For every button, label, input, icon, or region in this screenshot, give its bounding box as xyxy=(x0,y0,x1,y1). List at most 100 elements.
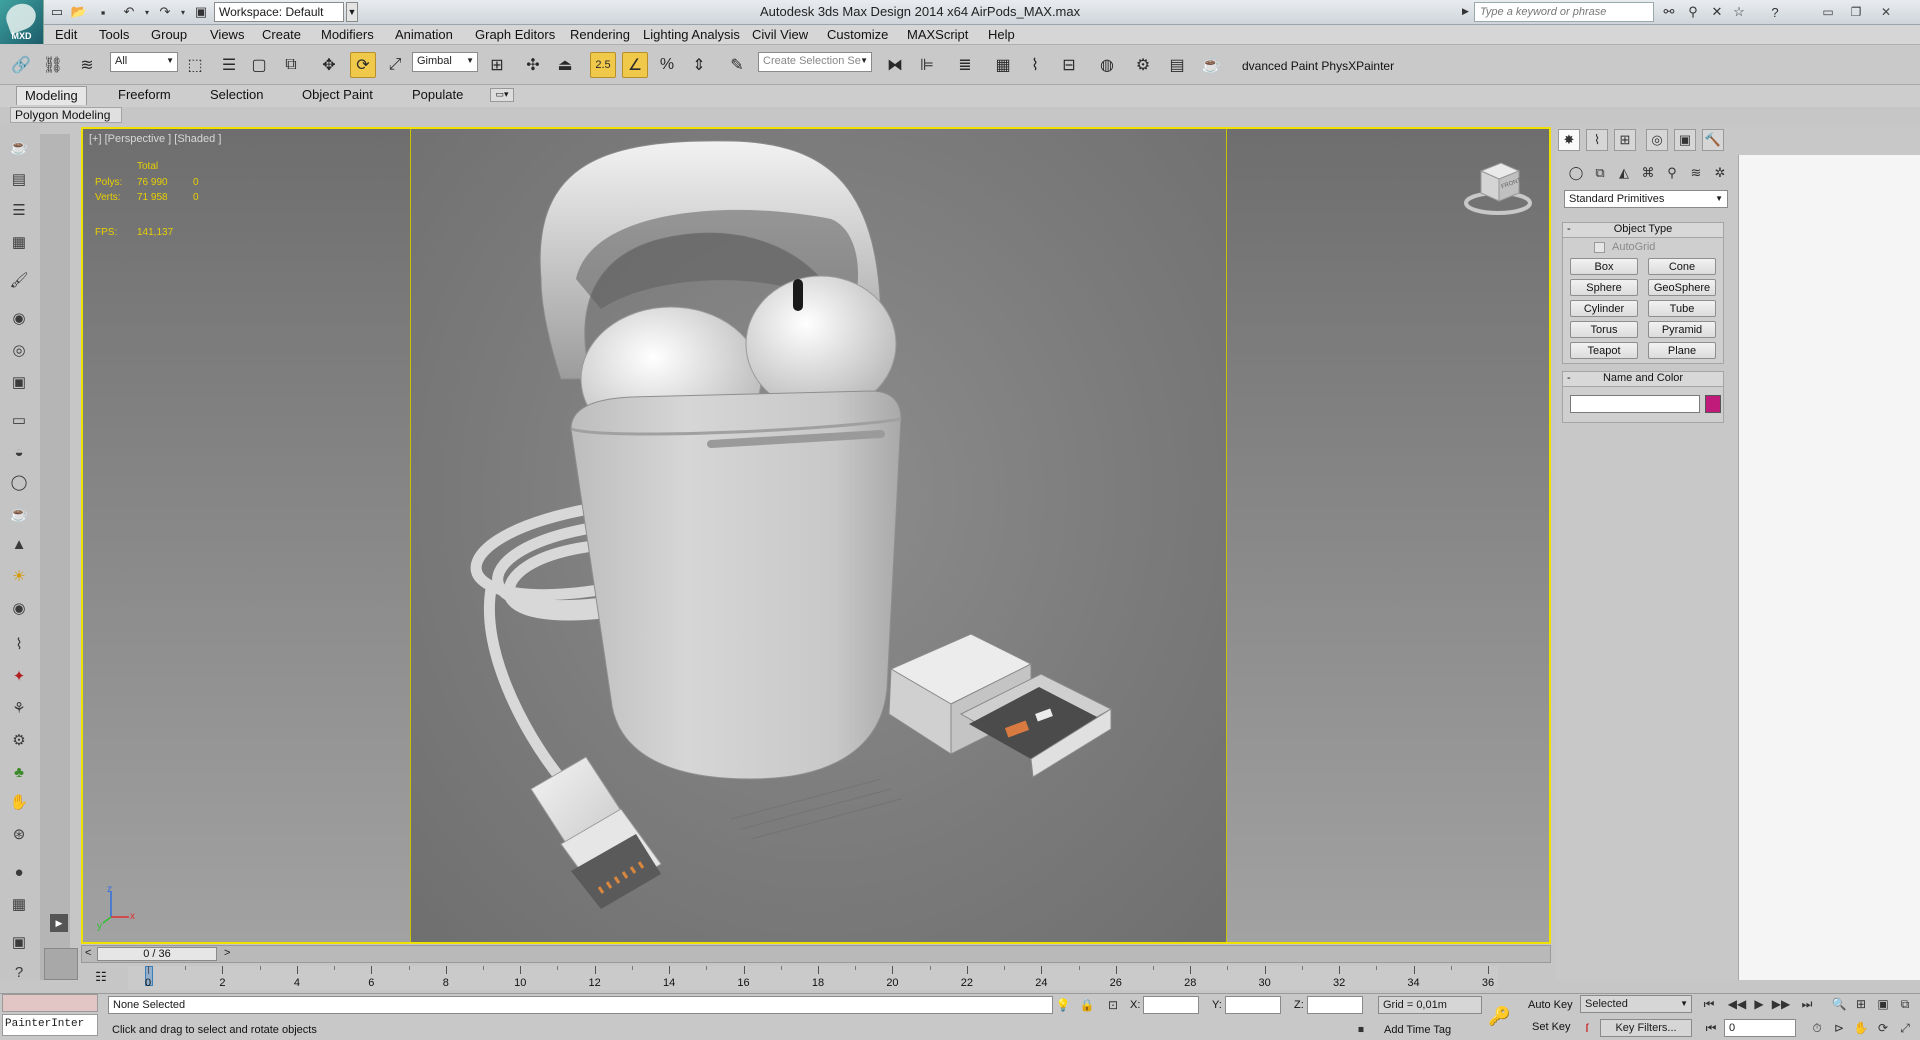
selection-filter-dropdown[interactable]: All ▼ xyxy=(110,52,178,72)
sphere-render-icon[interactable]: ● xyxy=(6,860,32,884)
key-mode-toggle-icon[interactable]: ⏮ xyxy=(1702,1019,1720,1037)
menu-rendering[interactable]: Rendering xyxy=(570,27,630,42)
menu-lighting-analysis[interactable]: Lighting Analysis xyxy=(643,27,740,42)
menu-graph-editors[interactable]: Graph Editors xyxy=(475,27,555,42)
open-file-icon[interactable]: 📂 xyxy=(70,3,88,21)
teapot-object-icon[interactable]: ☕ xyxy=(6,502,32,526)
primitive-category-dropdown[interactable]: Standard Primitives ▼ xyxy=(1564,190,1728,208)
add-time-tag[interactable]: Add Time Tag xyxy=(1384,1024,1451,1036)
tab-modeling[interactable]: Modeling xyxy=(16,86,87,105)
key-filters-button[interactable]: Key Filters... xyxy=(1600,1019,1692,1037)
time-slider-thumb[interactable]: 0 / 36 xyxy=(97,947,217,961)
geometry-category-icon[interactable]: ◯ xyxy=(1566,163,1586,183)
next-frame-icon[interactable]: ▶▶ xyxy=(1772,995,1790,1013)
render-frame-icon[interactable]: ▣ xyxy=(6,370,32,394)
binoculars-icon[interactable]: ⚯ xyxy=(1660,3,1678,21)
tube-button[interactable]: Tube xyxy=(1648,300,1716,317)
material-editor-icon[interactable]: ◍ xyxy=(1094,52,1120,78)
particle-icon[interactable]: ✦ xyxy=(6,664,32,688)
calculator-icon[interactable]: ▦ xyxy=(6,892,32,916)
menu-civil-view[interactable]: Civil View xyxy=(752,27,808,42)
help-icon[interactable]: ? xyxy=(1766,3,1784,21)
plane-button[interactable]: Plane xyxy=(1648,342,1716,359)
object-name-input[interactable] xyxy=(1570,395,1700,413)
modify-tab-icon[interactable]: ⌇ xyxy=(1586,129,1608,151)
close-icon[interactable]: ✕ xyxy=(1874,3,1898,21)
object-color-swatch[interactable] xyxy=(1705,395,1721,413)
light-icon[interactable]: ☀ xyxy=(6,564,32,588)
layer-explorer-icon[interactable]: ▦ xyxy=(6,230,32,254)
menu-help[interactable]: Help xyxy=(988,27,1015,42)
key-mode-dropdown[interactable]: Selected ▼ xyxy=(1580,995,1692,1013)
name-color-rollout-header[interactable]: - Name and Color xyxy=(1562,371,1724,387)
bind-space-warp-icon[interactable]: ≋ xyxy=(74,52,100,78)
communication-center-icon[interactable]: ✕ xyxy=(1708,3,1726,21)
current-frame-input[interactable]: 0 xyxy=(1724,1019,1796,1037)
time-slider-next-button[interactable]: > xyxy=(224,947,230,959)
field-of-view-icon[interactable]: ⊳ xyxy=(1830,1019,1848,1037)
menu-views[interactable]: Views xyxy=(210,27,244,42)
hierarchy-tab-icon[interactable]: ⊞ xyxy=(1614,129,1636,151)
gear-icon[interactable]: ⚙ xyxy=(6,728,32,752)
helpers-category-icon[interactable]: ⚲ xyxy=(1662,163,1682,183)
minimize-icon[interactable]: ▭ xyxy=(1816,3,1840,21)
space-warps-category-icon[interactable]: ≋ xyxy=(1686,163,1706,183)
container-icon[interactable]: ▤ xyxy=(6,167,32,191)
zoom-all-icon[interactable]: ⊞ xyxy=(1852,995,1870,1013)
helper-icon[interactable]: ⚘ xyxy=(6,696,32,720)
go-to-end-icon[interactable]: ⏭ xyxy=(1798,995,1816,1013)
previous-frame-icon[interactable]: ◀◀ xyxy=(1728,995,1746,1013)
cylinder-button[interactable]: Cylinder xyxy=(1570,300,1638,317)
geosphere-button[interactable]: GeoSphere xyxy=(1648,279,1716,296)
isolate-selection-icon[interactable]: 💡 xyxy=(1054,996,1072,1014)
time-tag-icon[interactable]: ⏹ xyxy=(1352,1020,1370,1038)
viewcube[interactable]: FRONT xyxy=(1463,157,1532,215)
trackbar[interactable]: 0 2 4 6 8 10 12 14 16 18 20 22 24 26 28 30 32 34 36 xyxy=(128,966,1498,990)
select-manipulate-icon[interactable]: ✣ xyxy=(520,52,546,78)
project-folder-icon[interactable]: ▣ xyxy=(192,3,210,21)
key-icon[interactable]: 🔑 xyxy=(1488,1006,1510,1027)
spline-icon[interactable]: ⌇ xyxy=(6,632,32,656)
torus-button[interactable]: Torus xyxy=(1570,321,1638,338)
render-production-icon[interactable]: ☕ xyxy=(1198,52,1224,78)
search-input[interactable]: Type a keyword or phrase xyxy=(1474,2,1654,22)
select-rotate-icon[interactable]: ⟳ xyxy=(350,52,376,78)
pivot-center-icon[interactable]: ⊞ xyxy=(484,52,510,78)
menu-group[interactable]: Group xyxy=(151,27,187,42)
maximize-viewport-icon[interactable]: ⤢ xyxy=(1896,1019,1914,1037)
edit-named-selection-icon[interactable]: ✎ xyxy=(724,52,750,78)
search-expand-icon[interactable]: ▶ xyxy=(1462,6,1469,17)
create-tab-icon[interactable]: ✸ xyxy=(1558,129,1580,151)
display-tab-icon[interactable]: ▣ xyxy=(1674,129,1696,151)
subscription-icon[interactable]: ⚲ xyxy=(1684,3,1702,21)
select-link-icon[interactable]: 🔗 xyxy=(8,52,34,78)
render-setup-icon[interactable]: ⚙ xyxy=(1130,52,1156,78)
keyboard-shortcut-override-icon[interactable]: ⏏ xyxy=(552,52,578,78)
undo-icon[interactable]: ↶ xyxy=(120,3,138,21)
time-slider-prev-button[interactable]: < xyxy=(85,947,91,959)
angle-snap-icon[interactable]: ∠ xyxy=(622,52,648,78)
utilities-tab-icon[interactable]: 🔨 xyxy=(1702,129,1724,151)
tab-selection[interactable]: Selection xyxy=(202,86,271,105)
sphere-button[interactable]: Sphere xyxy=(1570,279,1638,296)
chevron-down-icon[interactable]: ▼ xyxy=(346,2,358,22)
tab-populate[interactable]: Populate xyxy=(404,86,471,105)
camera-icon[interactable]: ◎ xyxy=(6,338,32,362)
workspace-dropdown[interactable]: Workspace: Default xyxy=(214,2,344,22)
menu-maxscript[interactable]: MAXScript xyxy=(907,27,968,42)
spinner-snap-icon[interactable]: ⇕ xyxy=(686,52,712,78)
target-icon[interactable]: ◉ xyxy=(6,596,32,620)
autogrid-checkbox[interactable] xyxy=(1594,242,1605,253)
undo-dropdown-icon[interactable]: ▾ xyxy=(138,3,156,21)
snap-toggle-icon[interactable]: 2.5 xyxy=(590,52,616,78)
select-by-name-icon[interactable]: ☰ xyxy=(216,52,242,78)
polygon-modeling-panel[interactable]: Polygon Modeling xyxy=(10,107,122,123)
material-icon[interactable]: ⊛ xyxy=(6,822,32,846)
selection-lock-icon[interactable]: 🔒 xyxy=(1078,996,1096,1014)
foliage-icon[interactable]: ♣ xyxy=(6,760,32,784)
redo-dropdown-icon[interactable]: ▾ xyxy=(174,3,192,21)
y-coordinate-input[interactable] xyxy=(1225,996,1281,1014)
window-crossing-icon[interactable]: ⧉ xyxy=(278,52,304,78)
object-type-rollout-header[interactable]: - Object Type xyxy=(1562,222,1724,238)
default-in-out-tangents-icon[interactable]: ſ xyxy=(1578,1019,1596,1037)
